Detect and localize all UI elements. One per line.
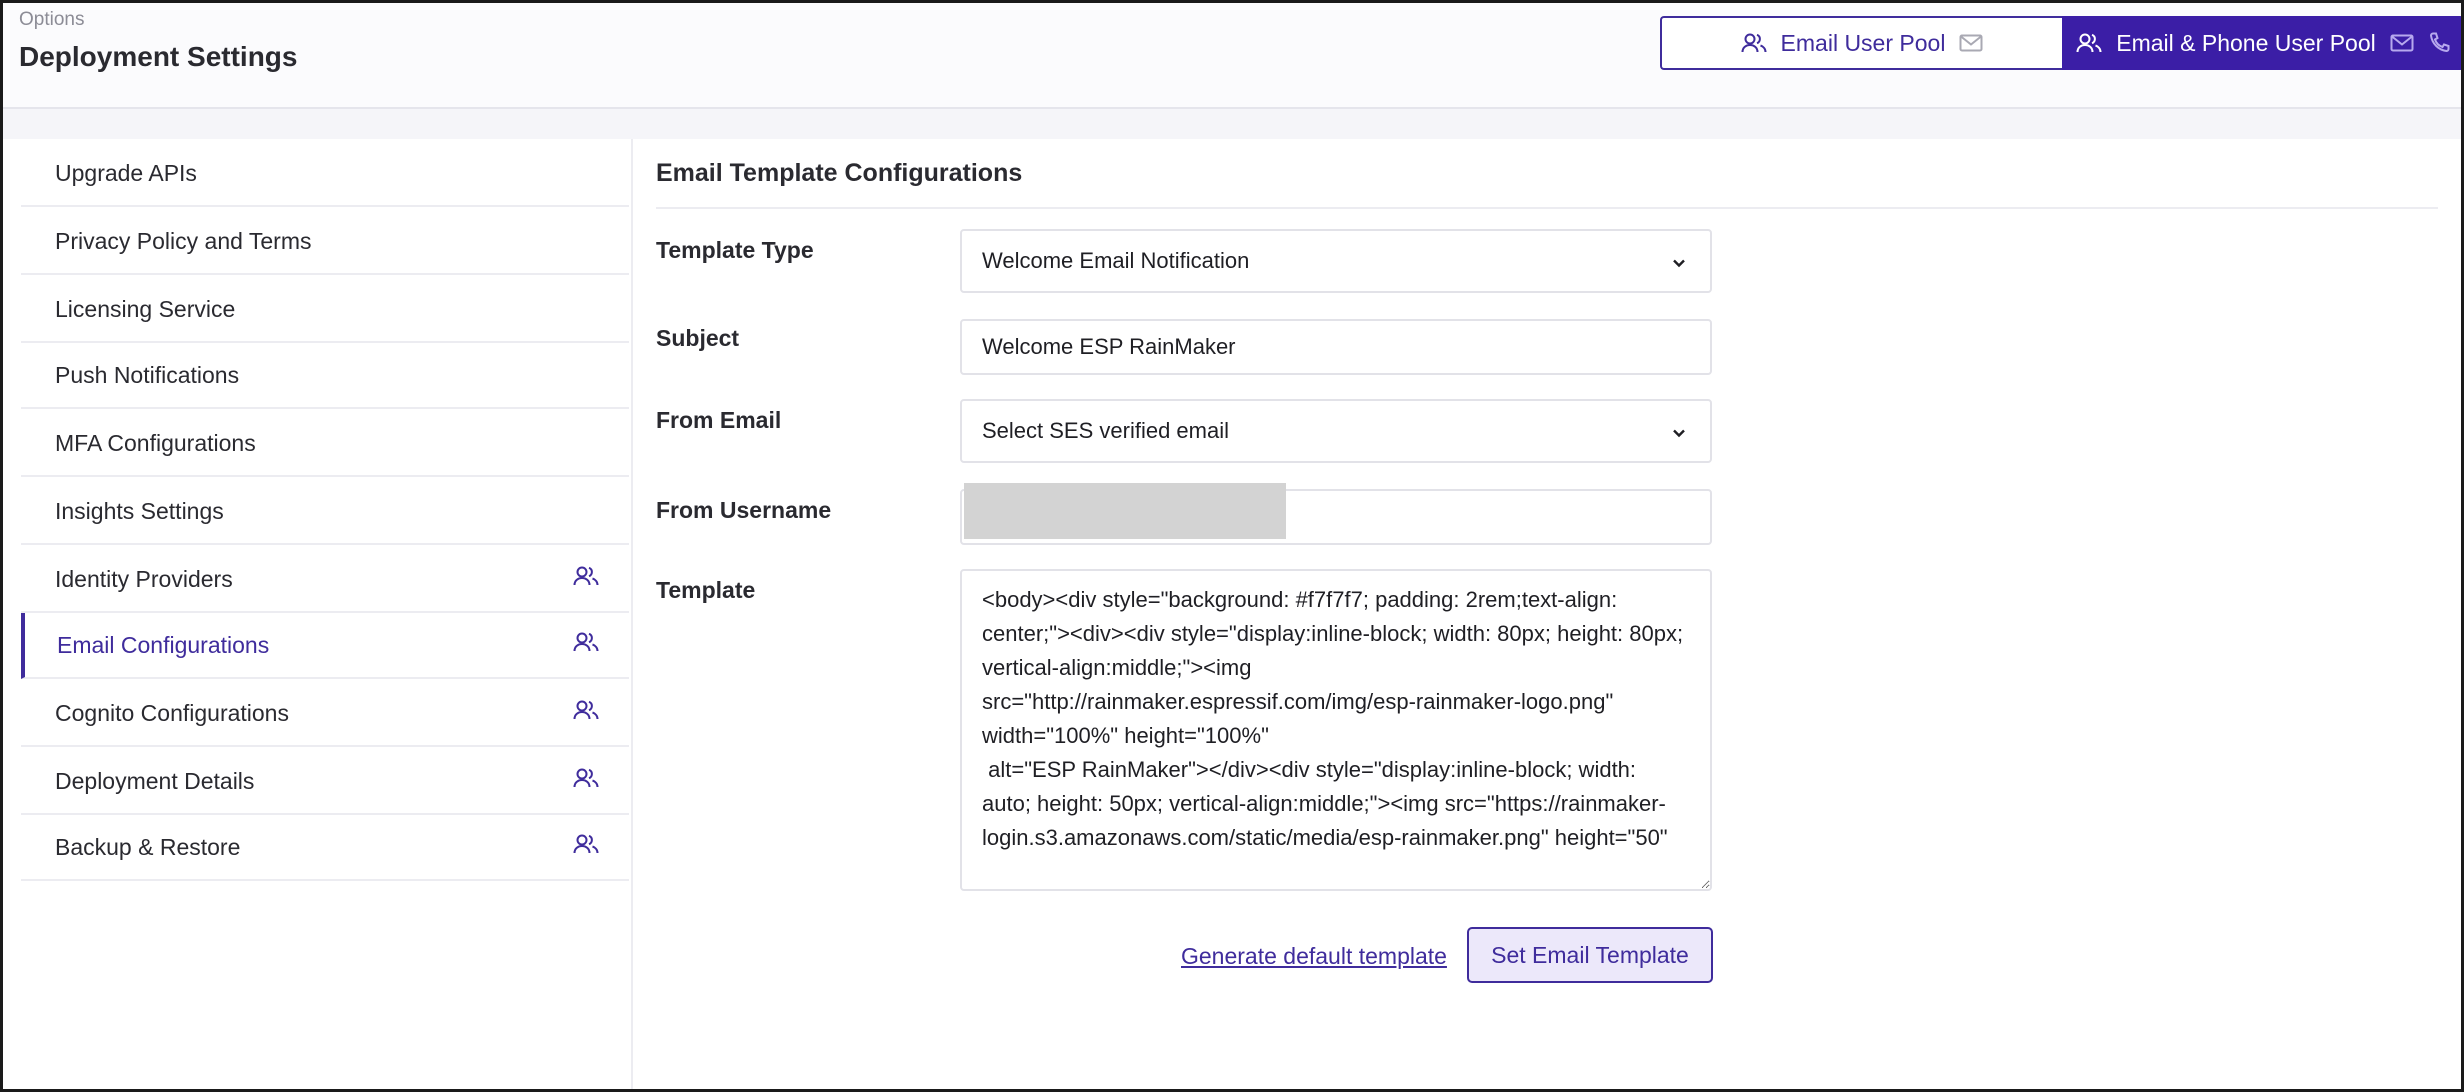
mail-icon <box>2390 34 2414 52</box>
sidebar-item-label: Privacy Policy and Terms <box>55 227 312 254</box>
sidebar-item-upgrade-apis[interactable]: Upgrade APIs <box>21 141 629 207</box>
section-title: Email Template Configurations <box>656 159 1023 187</box>
sidebar-item-privacy-policy[interactable]: Privacy Policy and Terms <box>21 209 629 275</box>
users-icon <box>573 767 599 795</box>
sidebar-item-label: MFA Configurations <box>55 429 256 456</box>
template-type-value: Welcome Email Notification <box>982 248 1250 273</box>
sidebar-item-insights-settings[interactable]: Insights Settings <box>21 479 629 545</box>
breadcrumb[interactable]: Options <box>19 9 84 31</box>
users-icon <box>573 631 599 659</box>
template-type-select[interactable]: Welcome Email Notification <box>960 229 1712 293</box>
from-username-label: From Username <box>656 497 832 523</box>
sidebar-item-label: Identity Providers <box>55 565 233 592</box>
email-user-pool-button[interactable]: Email User Pool <box>1660 16 2062 70</box>
users-icon <box>573 699 599 727</box>
from-email-select[interactable]: Select SES verified email <box>960 399 1712 463</box>
from-username-input[interactable] <box>960 483 1712 545</box>
phone-icon <box>2428 32 2450 54</box>
generate-default-template-link[interactable]: Generate default template <box>1181 943 1447 970</box>
sidebar-item-backup-restore[interactable]: Backup & Restore <box>21 815 629 881</box>
sidebar-item-label: Insights Settings <box>55 497 224 524</box>
set-email-template-button[interactable]: Set Email Template <box>1467 927 1713 983</box>
email-phone-user-pool-button[interactable]: Email & Phone User Pool <box>2062 16 2461 70</box>
sidebar-item-mfa-configurations[interactable]: MFA Configurations <box>21 411 629 477</box>
sidebar-item-label: Deployment Details <box>55 767 255 794</box>
users-icon <box>1741 32 1767 54</box>
users-icon <box>573 833 599 861</box>
user-pool-toggle: Email User Pool Email & Phone User Pool <box>1660 16 2461 70</box>
from-email-label: From Email <box>656 407 782 433</box>
page-header: Options Deployment Settings Email User P… <box>3 3 2461 109</box>
sidebar-item-cognito-configurations[interactable]: Cognito Configurations <box>21 681 629 747</box>
template-label: Template <box>656 577 756 603</box>
sidebar-item-label: Upgrade APIs <box>55 159 197 186</box>
header-band <box>3 109 2461 139</box>
sidebar: Upgrade APIs Privacy Policy and Terms Li… <box>3 139 633 1089</box>
from-email-value: Select SES verified email <box>982 418 1229 443</box>
sidebar-item-label: Backup & Restore <box>55 833 241 860</box>
sidebar-item-identity-providers[interactable]: Identity Providers <box>21 547 629 613</box>
sidebar-item-label: Licensing Service <box>55 295 236 322</box>
app-window: Options Deployment Settings Email User P… <box>0 0 2464 1092</box>
subject-input[interactable] <box>960 319 1712 375</box>
sidebar-item-label: Cognito Configurations <box>55 699 289 726</box>
subject-label: Subject <box>656 325 740 351</box>
sidebar-item-email-configurations[interactable]: Email Configurations <box>21 613 629 679</box>
section-divider <box>656 207 2438 209</box>
users-icon <box>2076 32 2102 54</box>
email-phone-user-pool-label: Email & Phone User Pool <box>2116 29 2376 56</box>
sidebar-item-deployment-details[interactable]: Deployment Details <box>21 749 629 815</box>
page-title: Deployment Settings <box>19 41 298 72</box>
chevron-down-icon <box>1672 418 1686 444</box>
sidebar-item-label: Email Configurations <box>57 631 270 658</box>
chevron-down-icon <box>1672 248 1686 274</box>
sidebar-item-licensing-service[interactable]: Licensing Service <box>21 277 629 343</box>
mail-icon <box>1959 34 1983 52</box>
template-type-label: Template Type <box>656 237 814 263</box>
main-panel: Email Template Configurations Template T… <box>633 139 2461 1089</box>
users-icon <box>573 565 599 593</box>
email-user-pool-label: Email User Pool <box>1780 29 1946 56</box>
template-textarea[interactable]: <body><div style="background: #f7f7f7; p… <box>960 569 1712 891</box>
sidebar-item-push-notifications[interactable]: Push Notifications <box>21 343 629 409</box>
redacted-block <box>964 483 1286 539</box>
sidebar-item-label: Push Notifications <box>55 361 240 388</box>
